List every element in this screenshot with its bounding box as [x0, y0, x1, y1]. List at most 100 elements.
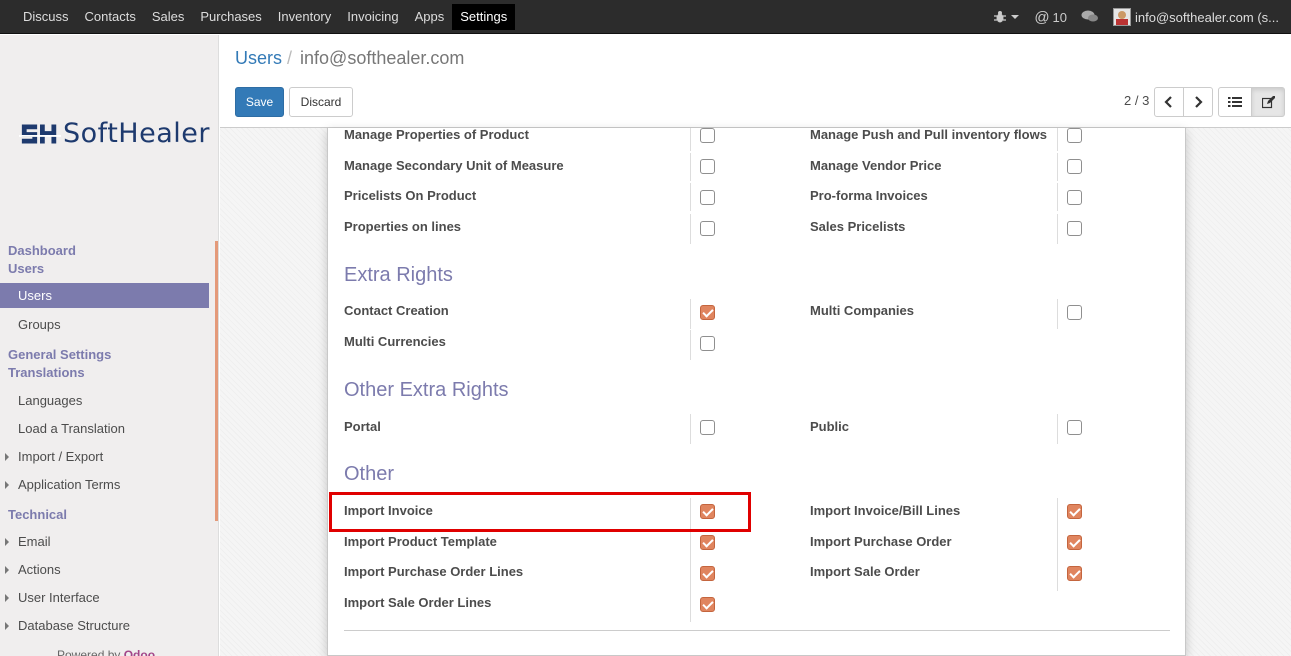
user-label: info@softhealer.com (s... [1135, 9, 1279, 25]
sidebar-item-label: Import / Export [18, 449, 104, 464]
pager-next-button[interactable] [1183, 87, 1213, 117]
pager-previous-button[interactable] [1154, 87, 1184, 117]
form-sheet: Manage Properties of Product Manage Push… [327, 127, 1186, 656]
field-label: Import Sale Order Lines [344, 595, 492, 610]
odoo-link[interactable]: Odoo [124, 648, 155, 656]
sidebar-item-application-terms[interactable]: Application Terms [5, 477, 120, 492]
sidebar-item-load-translation[interactable]: Load a Translation [18, 421, 125, 436]
divider [690, 128, 691, 151]
logo-text: SoftHealer [63, 118, 210, 149]
sidebar: SoftHealer Dashboard Users Users Groups … [0, 35, 219, 656]
checkbox-sales-pricelists[interactable] [1067, 221, 1082, 236]
divider [1057, 299, 1058, 329]
menu-apps[interactable]: Apps [407, 0, 453, 34]
divider [1057, 214, 1058, 244]
divider [344, 630, 1170, 631]
chevron-right-icon [1195, 96, 1203, 108]
field-label: Pricelists On Product [344, 188, 477, 203]
chat-button[interactable] [1081, 9, 1099, 26]
menu-purchases[interactable]: Purchases [192, 0, 269, 34]
sidebar-item-label: Database Structure [18, 618, 131, 633]
menu-discuss[interactable]: Discuss [15, 0, 77, 34]
sidebar-item-user-interface[interactable]: User Interface [5, 590, 100, 605]
checkbox-import-sale-order[interactable] [1067, 566, 1082, 581]
caret-right-icon [5, 538, 9, 546]
sidebar-item-label: User Interface [18, 590, 100, 605]
divider [690, 214, 691, 244]
caret-right-icon [5, 622, 9, 630]
breadcrumb: Users / info@softhealer.com [235, 48, 464, 69]
divider [1057, 153, 1058, 181]
checkbox-import-purchase-order[interactable] [1067, 535, 1082, 550]
checkbox-multi-currencies[interactable] [700, 336, 715, 351]
save-button[interactable]: Save [235, 87, 284, 117]
list-view-button[interactable] [1218, 87, 1252, 117]
sidebar-item-actions[interactable]: Actions [5, 562, 61, 577]
menu-settings[interactable]: Settings [452, 4, 516, 30]
field-label: Multi Currencies [344, 334, 446, 349]
divider [690, 299, 691, 329]
checkbox-import-invoice-bill-lines[interactable] [1067, 504, 1082, 519]
divider [690, 330, 691, 360]
powered-prefix: Powered by [57, 648, 121, 656]
menu-contacts[interactable]: Contacts [77, 0, 144, 34]
field-label: Portal [344, 419, 381, 434]
list-icon [1228, 97, 1242, 107]
checkbox-portal[interactable] [700, 420, 715, 435]
checkbox-pricelists-on-product[interactable] [700, 190, 715, 205]
sidebar-section-technical[interactable]: Technical [8, 506, 67, 524]
checkbox-contact-creation[interactable] [700, 305, 715, 320]
control-panel: Users / info@softhealer.com Save Discard 2… [220, 35, 1291, 128]
field-label: Sales Pricelists [810, 219, 906, 234]
field-label: Import Sale Order [810, 564, 920, 579]
breadcrumb-current: info@softhealer.com [300, 48, 465, 68]
sidebar-item-email[interactable]: Email [5, 534, 51, 549]
checkbox-manage-push-pull[interactable] [1067, 128, 1082, 143]
checkbox-properties-on-lines[interactable] [700, 221, 715, 236]
caret-right-icon [5, 566, 9, 574]
sidebar-scrollbar[interactable] [215, 241, 218, 521]
breadcrumb-separator: / [287, 48, 293, 68]
sidebar-section-translations[interactable]: Translations [8, 364, 85, 382]
mentions-counter[interactable]: @ 10 [1034, 9, 1067, 26]
field-label: Properties on lines [344, 219, 462, 234]
breadcrumb-users-link[interactable]: Users [235, 48, 282, 68]
divider [1057, 128, 1058, 151]
checkbox-multi-companies[interactable] [1067, 305, 1082, 320]
debug-dropdown[interactable] [993, 10, 1020, 24]
highlight-box [329, 492, 751, 532]
form-view-button[interactable] [1251, 87, 1285, 117]
sidebar-item-users[interactable]: Users [0, 283, 209, 308]
powered-by: Powered by Odoo [57, 648, 155, 656]
checkbox-import-purchase-order-lines[interactable] [700, 566, 715, 581]
sidebar-item-database-structure[interactable]: Database Structure [5, 618, 131, 633]
checkbox-manage-properties-product[interactable] [700, 128, 715, 143]
field-label: Multi Companies [810, 303, 915, 318]
field-label: Manage Push and Pull inventory flows [810, 127, 1047, 142]
checkbox-manage-vendor-price[interactable] [1067, 159, 1082, 174]
caret-down-icon [1011, 15, 1020, 19]
pager-value[interactable]: 2 / 3 [1124, 93, 1149, 108]
divider [690, 414, 691, 444]
field-label: Import Purchase Order [810, 534, 952, 549]
sidebar-item-groups[interactable]: Groups [18, 317, 61, 332]
menu-inventory[interactable]: Inventory [270, 0, 339, 34]
sidebar-section-general-settings[interactable]: General Settings [8, 346, 111, 364]
checkbox-manage-secondary-uom[interactable] [700, 159, 715, 174]
checkbox-import-sale-order-lines[interactable] [700, 597, 715, 612]
sidebar-section-users[interactable]: Users [8, 260, 44, 278]
user-menu[interactable]: info@softhealer.com (s... [1113, 8, 1279, 26]
discard-button[interactable]: Discard [289, 87, 353, 117]
sidebar-item-languages[interactable]: Languages [18, 393, 82, 408]
softhealer-logo-icon [19, 123, 61, 144]
checkbox-import-product-template[interactable] [700, 535, 715, 550]
sidebar-section-dashboard[interactable]: Dashboard [8, 242, 76, 260]
checkbox-pro-forma-invoices[interactable] [1067, 190, 1082, 205]
sidebar-item-import-export[interactable]: Import / Export [5, 449, 104, 464]
checkbox-public[interactable] [1067, 420, 1082, 435]
section-title-other-extra-rights: Other Extra Rights [344, 379, 509, 401]
menu-invoicing[interactable]: Invoicing [339, 0, 406, 34]
main-area: Users / info@softhealer.com Save Discard 2… [220, 35, 1291, 656]
menu-sales[interactable]: Sales [144, 0, 193, 34]
divider [1057, 414, 1058, 444]
